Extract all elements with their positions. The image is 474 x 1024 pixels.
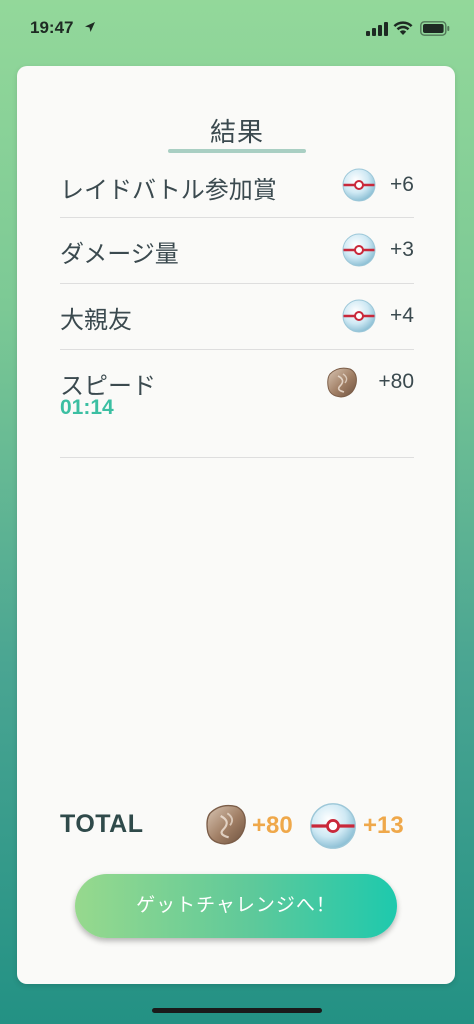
home-indicator[interactable] — [152, 1008, 322, 1013]
total-ball-value: +13 — [363, 812, 404, 839]
row-value: +4 — [390, 304, 414, 327]
cellular-signal-icon — [366, 22, 388, 36]
rare-candy-stone-icon — [327, 367, 357, 398]
premier-ball-icon — [342, 299, 376, 333]
row-value: +6 — [390, 173, 414, 196]
premier-ball-icon — [310, 803, 356, 849]
row-label: 大親友 — [60, 306, 132, 334]
rare-candy-stone-icon — [206, 804, 246, 845]
page-title: 結果 — [209, 118, 264, 148]
total-stone-value: +80 — [252, 812, 293, 839]
row-label: レイドバトル参加賞 — [60, 176, 277, 204]
premier-ball-icon — [342, 233, 376, 267]
result-row-best-friend: 大親友 +4 — [60, 284, 414, 350]
location-arrow-icon — [85, 22, 95, 32]
battery-icon — [420, 21, 450, 36]
get-challenge-button[interactable]: ゲットチャレンジへ！ — [75, 874, 397, 938]
row-value: +3 — [390, 238, 414, 261]
result-row-raid-participation: レイドバトル参加賞 +6 — [60, 152, 414, 218]
speed-time: 01:14 — [60, 396, 114, 419]
premier-ball-icon — [342, 168, 376, 202]
row-value: +80 — [378, 370, 414, 393]
row-label: ダメージ量 — [60, 240, 179, 268]
result-row-speed: スピード +80 01:14 — [60, 350, 414, 458]
total-label: TOTAL — [60, 810, 144, 838]
status-time: 19:47 — [30, 18, 74, 37]
wifi-icon — [393, 21, 413, 35]
result-row-damage: ダメージ量 +3 — [60, 218, 414, 284]
status-bar: 19:47 — [0, 0, 474, 60]
